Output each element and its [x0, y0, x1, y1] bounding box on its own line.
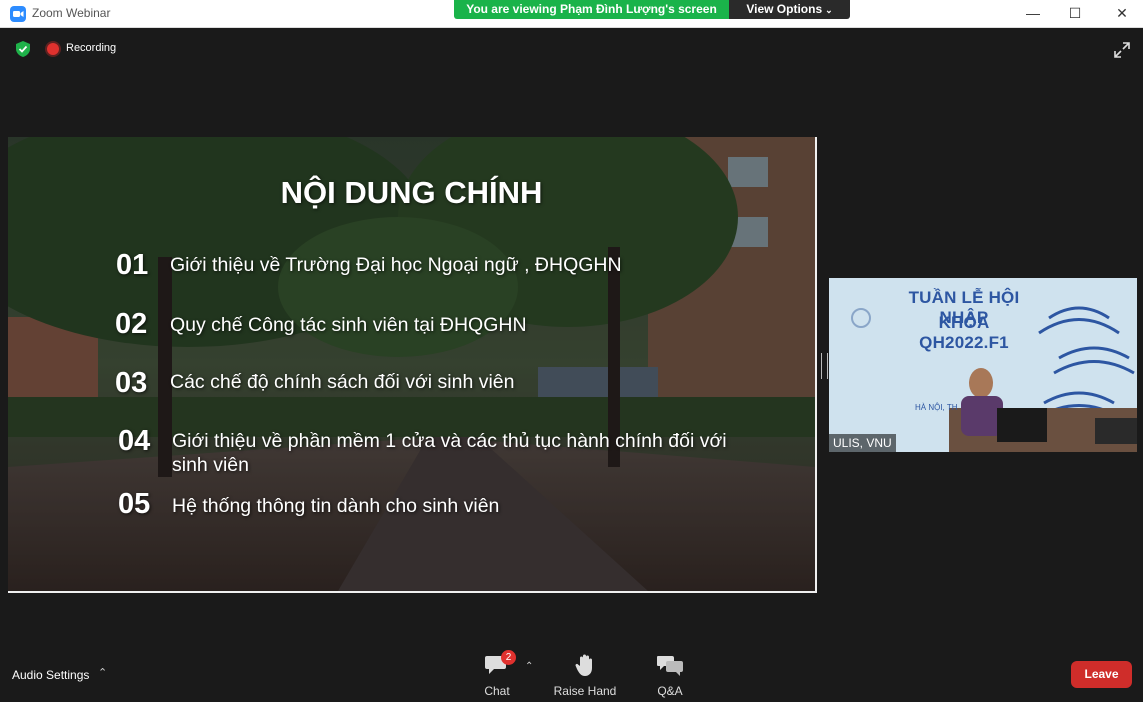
shared-screen-slide: NỘI DUNG CHÍNH 01 Giới thiệu về Trường Đ… — [8, 137, 817, 593]
video-place-text: HÀ NỘI, TH — [915, 403, 958, 412]
item-text: Các chế độ chính sách đối với sinh viên — [170, 371, 515, 393]
item-number: 01 — [116, 249, 149, 281]
chat-button[interactable]: 2 Chat — [462, 650, 532, 698]
meeting-controls-bar: Audio Settings ⌃ 2 Chat ⌃ Raise Hand Q&A… — [0, 644, 1143, 702]
chat-options-chevron-icon[interactable]: ⌃ — [525, 661, 533, 672]
view-options-button[interactable]: View Options ⌄ — [729, 0, 850, 19]
item-number: 05 — [118, 488, 151, 520]
fullscreen-icon[interactable] — [1112, 40, 1132, 60]
item-number: 04 — [118, 425, 151, 457]
slide-item-05: 05 Hệ thống thông tin dành cho sinh viên — [118, 488, 798, 522]
resize-handle[interactable] — [821, 353, 828, 379]
item-text: Hệ thống thông tin dành cho sinh viên — [172, 495, 500, 517]
audio-settings-button[interactable]: Audio Settings — [12, 668, 89, 682]
meeting-area: Recording NỘI DUNG CHÍNH 01 Giới thiệu v… — [0, 28, 1143, 702]
video-banner-line2: KHÓA QH2022.F1 — [919, 313, 1009, 352]
qa-icon — [657, 656, 683, 676]
qa-button[interactable]: Q&A — [635, 652, 705, 698]
participant-video[interactable]: TUẦN LỄ HỘI NHẬP KHÓA QH2022.F1 HÀ NỘI, … — [829, 278, 1137, 452]
slide-item-04: 04 Giới thiệu về phần mềm 1 cửa và các t… — [118, 425, 808, 481]
close-window-button[interactable]: ✕ — [1112, 4, 1132, 22]
recording-indicator-icon — [47, 43, 59, 55]
raise-hand-button[interactable]: Raise Hand — [550, 652, 620, 698]
slide-title: NỘI DUNG CHÍNH — [280, 175, 543, 210]
minimize-button[interactable]: — — [1023, 4, 1043, 22]
leave-button[interactable]: Leave — [1071, 661, 1132, 688]
slide-item-03: 03 Các chế độ chính sách đối với sinh vi… — [115, 367, 795, 401]
app-title: Zoom Webinar — [32, 6, 111, 20]
raise-hand-label: Raise Hand — [553, 684, 617, 698]
chevron-up-icon[interactable]: ⌃ — [98, 666, 107, 679]
item-number: 03 — [115, 367, 148, 399]
security-shield-icon[interactable] — [14, 40, 32, 58]
item-number: 02 — [115, 308, 148, 340]
qa-label: Q&A — [657, 684, 683, 698]
maximize-button[interactable]: ☐ — [1065, 4, 1085, 22]
item-text: Giới thiệu về Trường Đại học Ngoại ngữ ,… — [170, 254, 622, 276]
item-text: Giới thiệu về phần mềm 1 cửa và các thủ … — [172, 430, 727, 476]
participant-name: ULIS, VNU — [829, 434, 896, 452]
item-text: Quy chế Công tác sinh viên tại ĐHQGHN — [170, 314, 527, 336]
title-bar: Zoom Webinar You are viewing Phạm Đình L… — [0, 0, 1143, 28]
screen-share-banner: You are viewing Phạm Đình Lượng's screen — [454, 0, 729, 19]
view-options-label: View Options — [746, 2, 823, 16]
chat-label: Chat — [484, 684, 510, 698]
chat-unread-badge: 2 — [501, 650, 516, 665]
raise-hand-icon — [575, 654, 592, 676]
slide-item-01: 01 Giới thiệu về Trường Đại học Ngoại ng… — [116, 249, 796, 283]
chevron-down-icon: ⌄ — [825, 5, 833, 15]
recording-label: Recording — [66, 42, 117, 54]
zoom-logo-icon — [10, 6, 26, 22]
slide-item-02: 02 Quy chế Công tác sinh viên tại ĐHQGHN — [115, 308, 795, 342]
